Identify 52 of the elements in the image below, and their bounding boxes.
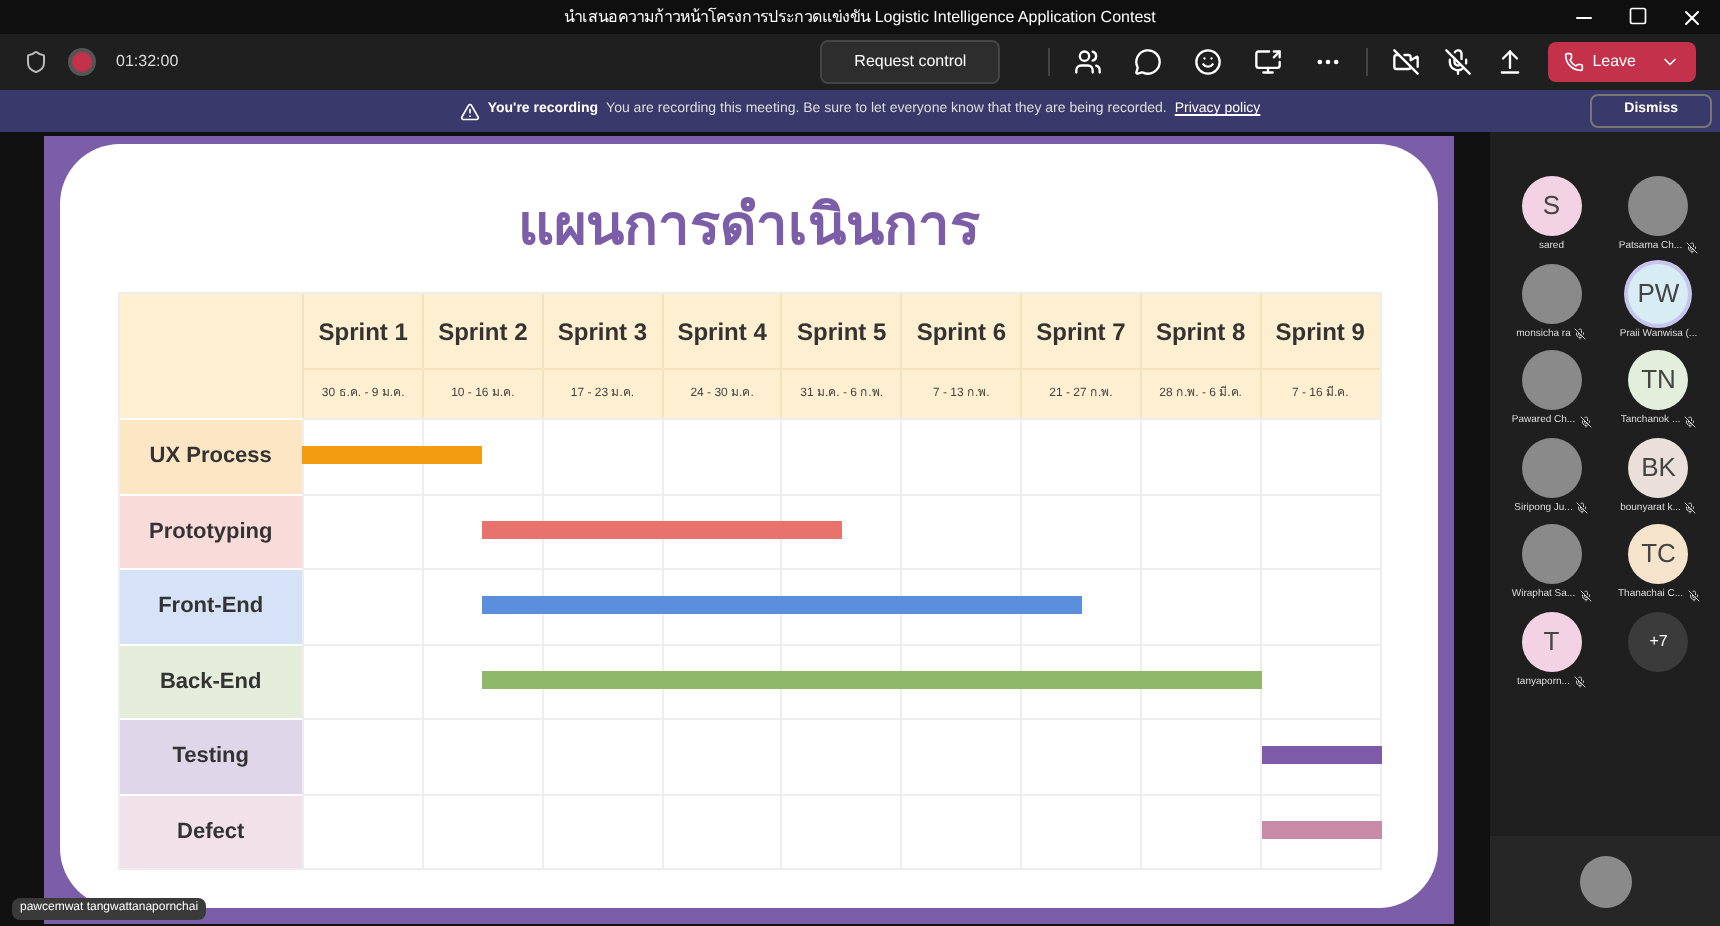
table-cell bbox=[1020, 418, 1140, 493]
sprint-header: Sprint 7 bbox=[1020, 294, 1140, 368]
maximize-icon[interactable] bbox=[1628, 5, 1648, 25]
task-label: Testing bbox=[119, 718, 303, 793]
recording-icon bbox=[72, 52, 92, 72]
table-cell bbox=[780, 418, 901, 493]
sprint-header: Sprint 4 bbox=[661, 294, 781, 368]
task-label: Defect bbox=[119, 793, 303, 868]
avatar: S bbox=[1521, 176, 1582, 236]
table-cell bbox=[541, 418, 662, 493]
avatar: BK bbox=[1628, 437, 1689, 497]
task-label: Prototyping bbox=[119, 493, 303, 568]
sprint-header: Sprint 1 bbox=[302, 294, 423, 368]
table-cell bbox=[302, 718, 422, 793]
close-icon[interactable] bbox=[1680, 5, 1704, 29]
table-cell bbox=[1139, 418, 1260, 493]
phone-icon bbox=[1564, 52, 1585, 72]
meeting-timer: 01:32:00 bbox=[116, 50, 179, 74]
sprint-header: Sprint 8 bbox=[1139, 294, 1260, 368]
sprint-header: Sprint 2 bbox=[422, 294, 542, 368]
task-label: UX Process bbox=[119, 418, 303, 493]
sprint-header: Sprint 3 bbox=[541, 294, 662, 368]
mic-off-icon[interactable] bbox=[1444, 48, 1473, 76]
table-cell bbox=[661, 418, 781, 493]
sprint-header: Sprint 6 bbox=[900, 294, 1021, 368]
task-label: Back-End bbox=[119, 643, 303, 718]
share-icon[interactable] bbox=[1496, 48, 1525, 76]
window-title: นำเสนอความก้าวหน้าโครงการประกวดแข่งขัน Logistic Intelligence Application Contest bbox=[564, 5, 1156, 29]
camera-off-icon[interactable] bbox=[1392, 48, 1421, 76]
slide-title: แผนการดำเนินการ bbox=[518, 190, 980, 262]
table-cell bbox=[1139, 718, 1260, 793]
table-cell bbox=[302, 568, 422, 643]
people-icon[interactable] bbox=[1074, 48, 1103, 76]
table-cell bbox=[302, 493, 422, 568]
task-label: Front-End bbox=[119, 568, 303, 643]
request-control-button[interactable]: Request control bbox=[820, 40, 1001, 84]
avatar: TN bbox=[1628, 350, 1689, 410]
avatar: TC bbox=[1628, 524, 1689, 584]
leave-button[interactable]: Leave bbox=[1548, 42, 1696, 82]
table-cell bbox=[302, 643, 422, 718]
sprint-header: Sprint 5 bbox=[780, 294, 901, 368]
sprint-header: Sprint 9 bbox=[1259, 294, 1380, 368]
avatar: PW bbox=[1628, 263, 1689, 323]
more-participants-button[interactable]: +7 bbox=[1628, 611, 1689, 671]
warning-icon bbox=[459, 101, 480, 121]
shield-icon bbox=[24, 50, 48, 74]
screen-icon[interactable] bbox=[1254, 48, 1283, 76]
reactions-icon[interactable] bbox=[1194, 48, 1223, 76]
avatar: T bbox=[1521, 611, 1582, 671]
self-video-placeholder bbox=[1579, 855, 1631, 907]
chat-icon[interactable] bbox=[1134, 48, 1163, 76]
table-cell bbox=[900, 418, 1021, 493]
